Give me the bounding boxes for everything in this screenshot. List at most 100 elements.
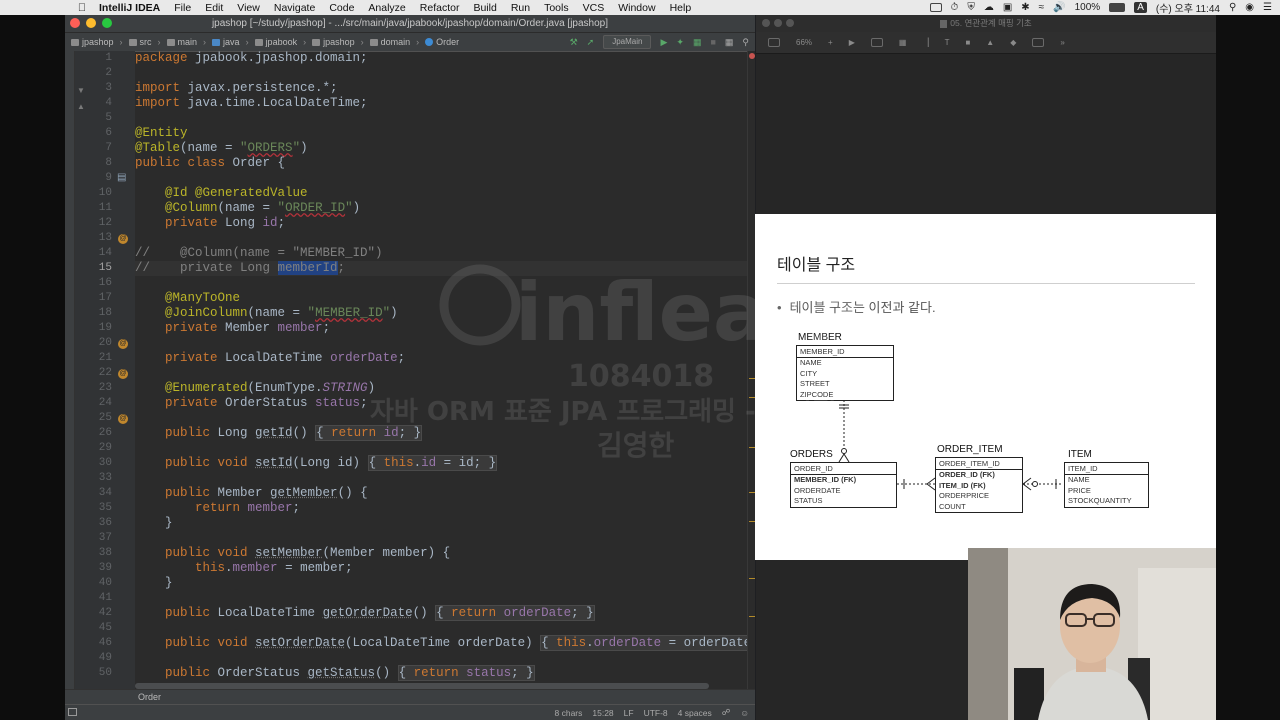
ide-statusbar: 8 chars 15:28 LF UTF-8 4 spaces ☍ ☺ — [65, 704, 755, 720]
breadcrumb-order[interactable]: Order — [425, 37, 459, 47]
shape-icon[interactable]: ■ — [965, 38, 970, 47]
breadcrumb-domain[interactable]: domain › — [369, 37, 419, 47]
menubar-tray: ⏱ ⛨ ☁ ▣ ✱ ≈ 🔊 100% A (수) 오후 11:44 ⚲ ◉ ☰ — [929, 0, 1272, 15]
add-slide-icon[interactable]: + — [828, 38, 833, 47]
file-structure-label[interactable]: Order — [138, 692, 161, 702]
caret-position[interactable]: 15:28 — [592, 708, 613, 718]
chart-icon[interactable]: ▕ — [922, 38, 928, 47]
menu-edit[interactable]: Edit — [205, 2, 223, 14]
file-encoding[interactable]: UTF-8 — [644, 708, 668, 718]
bluetooth-icon[interactable]: ✱ — [1021, 2, 1029, 13]
code-line-current: // private Long memberId; — [135, 261, 747, 276]
line-number: 21 — [98, 352, 112, 364]
menu-window[interactable]: Window — [618, 2, 655, 14]
menu-tools[interactable]: Tools — [544, 2, 569, 14]
collaborate-icon[interactable] — [1032, 38, 1045, 47]
breadcrumb-src[interactable]: src › — [128, 37, 161, 47]
zoom-window-button[interactable] — [102, 18, 112, 28]
database-icon[interactable]: ▤ — [117, 172, 126, 183]
menu-help[interactable]: Help — [670, 2, 692, 14]
menu-build[interactable]: Build — [473, 2, 496, 14]
time-machine-icon[interactable]: ⏱ — [951, 2, 959, 13]
search-icon[interactable]: ⚲ — [742, 37, 749, 48]
clock[interactable]: (수) 오후 11:44 — [1156, 0, 1220, 15]
keynote-close-button[interactable] — [762, 19, 770, 27]
code-line: @JoinColumn(name = "MEMBER_ID") — [165, 306, 398, 320]
project-structure-icon[interactable]: ▦ — [725, 37, 734, 48]
breadcrumb-main[interactable]: main › — [166, 37, 206, 47]
field-usage-icon[interactable]: @ — [118, 339, 128, 349]
keynote-zoom-button[interactable] — [786, 19, 794, 27]
lock-icon[interactable]: ☍ — [722, 707, 731, 718]
hammer-icon[interactable]: ➚ — [587, 37, 595, 48]
warning-mark[interactable] — [749, 616, 755, 617]
keynote-live-icon[interactable] — [870, 38, 883, 47]
error-indicator-icon[interactable] — [749, 53, 755, 59]
line-number: 45 — [98, 622, 112, 634]
battery-icon[interactable] — [1109, 3, 1126, 12]
close-window-button[interactable] — [70, 18, 80, 28]
stop-icon[interactable]: ■ — [710, 37, 715, 47]
line-number: 50 — [98, 667, 112, 679]
code-editor[interactable]: package jpabook.jpashop.domain; import j… — [135, 51, 747, 702]
run-config-select[interactable]: JpaMain — [603, 35, 652, 49]
coverage-icon[interactable]: ▦ — [693, 37, 702, 48]
menu-analyze[interactable]: Analyze — [368, 2, 405, 14]
folder-icon — [71, 38, 79, 46]
menu-navigate[interactable]: Navigate — [274, 2, 315, 14]
breadcrumb-jpashop[interactable]: jpashop › — [71, 37, 123, 47]
zoom-select[interactable]: 66% — [796, 38, 812, 47]
line-number: 25 — [98, 412, 112, 424]
erd-member-title: MEMBER — [798, 332, 842, 343]
menu-vcs[interactable]: VCS — [583, 2, 605, 14]
fold-icon[interactable]: ▲ — [77, 102, 85, 111]
apple-icon[interactable]:  — [72, 2, 92, 14]
shield-icon[interactable]: ⛨ — [967, 2, 975, 13]
text-icon[interactable]: T — [945, 38, 950, 47]
tool-window-strip — [65, 51, 75, 701]
tool-windows-icon[interactable] — [68, 708, 77, 716]
screen-record-icon[interactable] — [929, 3, 942, 12]
display-icon[interactable]: ▣ — [1003, 2, 1012, 13]
play-icon[interactable]: ▶ — [849, 38, 855, 47]
media-icon[interactable]: ▲ — [986, 38, 994, 47]
field-usage-icon[interactable]: @ — [118, 369, 128, 379]
editor-scrollbar[interactable] — [747, 51, 755, 702]
input-source[interactable]: A — [1134, 2, 1147, 13]
line-number: 37 — [98, 532, 112, 544]
spotlight-icon[interactable]: ⚲ — [1229, 2, 1236, 13]
debug-icon[interactable]: ✦ — [676, 37, 684, 48]
field-usage-icon[interactable]: @ — [118, 414, 128, 424]
siri-icon[interactable]: ◉ — [1245, 2, 1254, 13]
presenter-video — [968, 548, 1216, 720]
breadcrumb-jpabook[interactable]: jpabook › — [254, 37, 306, 47]
menu-app-name[interactable]: IntelliJ IDEA — [99, 2, 160, 14]
notification-center-icon[interactable]: ☰ — [1263, 2, 1272, 13]
run-icon[interactable]: ▶ — [660, 37, 667, 48]
menu-view[interactable]: View — [237, 2, 260, 14]
cloud-icon[interactable]: ☁ — [984, 2, 994, 13]
volume-icon[interactable]: 🔊 — [1053, 2, 1065, 13]
warning-mark[interactable] — [749, 578, 755, 579]
table-icon[interactable]: ▦ — [899, 38, 907, 47]
fold-icon[interactable]: ▼ — [77, 86, 85, 95]
menu-code[interactable]: Code — [329, 2, 354, 14]
breadcrumb-java[interactable]: java › — [212, 37, 249, 47]
selection-count: 8 chars — [554, 707, 583, 718]
erd-order-item-table: ORDER_ITEM_ID ORDER_ID (FK) ITEM_ID (FK)… — [935, 457, 1023, 513]
menu-refactor[interactable]: Refactor — [420, 2, 460, 14]
view-icon[interactable] — [768, 38, 780, 47]
field-usage-icon[interactable]: @ — [118, 234, 128, 244]
keynote-minimize-button[interactable] — [774, 19, 782, 27]
indent-setting[interactable]: 4 spaces — [678, 708, 712, 718]
comment-icon[interactable]: ◆ — [1010, 38, 1016, 47]
line-separator[interactable]: LF — [624, 708, 634, 718]
menu-run[interactable]: Run — [511, 2, 530, 14]
inspector-icon[interactable]: ☺ — [740, 708, 749, 718]
breadcrumb-jpashop-pkg[interactable]: jpashop › — [312, 37, 364, 47]
wifi-icon[interactable]: ≈ — [1039, 2, 1045, 13]
minimize-window-button[interactable] — [86, 18, 96, 28]
more-icon[interactable]: » — [1060, 38, 1064, 47]
build-icon[interactable]: ⚒ — [570, 37, 578, 48]
menu-file[interactable]: File — [174, 2, 191, 14]
